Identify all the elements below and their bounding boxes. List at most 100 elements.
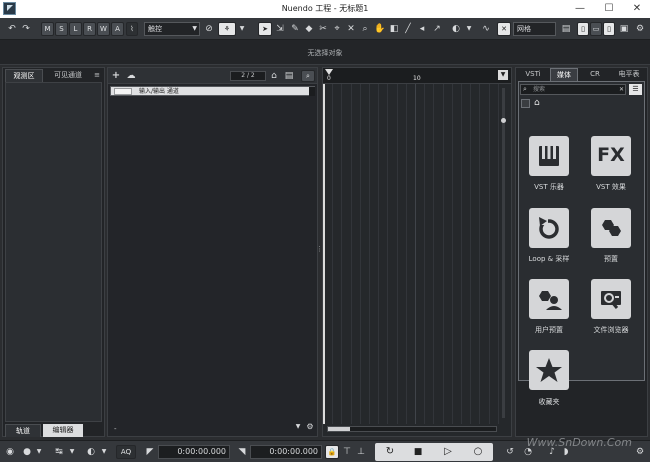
tab-media[interactable]: 媒体 bbox=[550, 68, 578, 81]
file-browser-tile[interactable] bbox=[591, 279, 631, 319]
grid-type-select[interactable]: 网格 bbox=[513, 22, 556, 36]
track-list: + ☁ 2 / 2 ⌂ ▤ ⌕ 输入/输出 通道 - ▼ ⚙ bbox=[107, 67, 318, 437]
tab-inspector[interactable]: 观测区 bbox=[5, 69, 43, 82]
erase-icon[interactable]: ◆ bbox=[303, 22, 315, 36]
read-button[interactable]: R bbox=[83, 22, 96, 36]
cloud-icon[interactable]: ☁ bbox=[125, 69, 137, 83]
gear-icon[interactable]: ⚙ bbox=[634, 22, 646, 36]
control-room-icon[interactable]: ▣ bbox=[618, 22, 630, 36]
object-select-icon[interactable]: ➤ bbox=[258, 22, 272, 36]
range-select-icon[interactable]: ⇲ bbox=[274, 22, 286, 36]
suspend-icon[interactable]: ⊘ bbox=[203, 22, 215, 36]
tab-vsti[interactable]: VSTi bbox=[519, 68, 547, 81]
list-icon[interactable]: ▤ bbox=[283, 69, 295, 83]
horizontal-scrollbar[interactable] bbox=[327, 426, 497, 432]
left-locator-time[interactable]: 0:00:00.000 bbox=[158, 445, 230, 459]
right-locator-time[interactable]: 0:00:00.000 bbox=[250, 445, 322, 459]
clear-search-icon[interactable]: ✕ bbox=[619, 85, 624, 94]
zoom-slider-track[interactable] bbox=[501, 88, 506, 418]
write-button[interactable]: W bbox=[97, 22, 110, 36]
redo-icon[interactable]: ↷ bbox=[20, 22, 32, 36]
chevron-down-icon[interactable]: ▼ bbox=[98, 445, 110, 459]
vst-effects-tile[interactable]: FX bbox=[591, 136, 631, 176]
left-zone: 观测区 可见通道 ≡ 轨道 编辑器 bbox=[2, 67, 105, 437]
gear-icon[interactable]: ⚙ bbox=[304, 420, 316, 434]
line-icon[interactable]: ╱ bbox=[402, 22, 414, 36]
grid-snap-icon[interactable]: ✕ bbox=[497, 22, 511, 36]
home-icon[interactable]: ⌂ bbox=[268, 69, 280, 83]
record-icon[interactable]: ○ bbox=[469, 443, 487, 461]
punch-icon[interactable]: ↹ bbox=[53, 445, 65, 459]
split-icon[interactable]: ✂ bbox=[317, 22, 329, 36]
select-checkbox[interactable] bbox=[521, 99, 530, 108]
draw-icon[interactable]: ✎ bbox=[289, 22, 301, 36]
automation-mode-select[interactable]: 触控 ▼ bbox=[144, 22, 200, 36]
close-button[interactable]: ✕ bbox=[624, 1, 650, 17]
tab-editor[interactable]: 编辑器 bbox=[43, 424, 83, 437]
a-button[interactable]: A bbox=[111, 22, 124, 36]
sync-icon[interactable]: ↺ bbox=[504, 445, 516, 459]
search-input[interactable]: ⌕ 搜索 ✕ bbox=[520, 84, 626, 95]
activity-icon[interactable]: ◉ bbox=[4, 445, 16, 459]
listen-button[interactable]: L bbox=[69, 22, 82, 36]
lower-zone-icon[interactable]: ▭ bbox=[590, 22, 602, 36]
tab-meter[interactable]: 电平表 bbox=[612, 68, 646, 81]
punch-out-icon[interactable]: ⊥ bbox=[355, 445, 367, 459]
cycle-icon[interactable]: ↻ bbox=[381, 443, 399, 461]
track-row[interactable]: 输入/输出 通道 bbox=[110, 86, 315, 96]
gear-icon[interactable]: ⚙ bbox=[634, 445, 646, 459]
menu-icon[interactable]: ≡ bbox=[91, 69, 103, 82]
comp-icon[interactable]: ↗ bbox=[431, 22, 443, 36]
presets-tile[interactable] bbox=[591, 208, 631, 248]
constrain-icon[interactable]: ⚘ bbox=[218, 22, 236, 36]
play-tool-icon[interactable]: ◂ bbox=[416, 22, 428, 36]
aq-button[interactable]: AQ bbox=[116, 445, 136, 459]
stop-icon[interactable]: ■ bbox=[409, 443, 427, 461]
undo-icon[interactable]: ↶ bbox=[6, 22, 18, 36]
user-presets-tile[interactable] bbox=[529, 279, 569, 319]
left-zone-icon[interactable]: ▯ bbox=[577, 22, 589, 36]
grid-line bbox=[359, 84, 361, 424]
snap-icon[interactable]: ∿ bbox=[480, 22, 492, 36]
automation-icon[interactable]: ⌇ bbox=[126, 22, 138, 36]
zoom-icon[interactable]: ⌕ bbox=[359, 22, 371, 36]
vst-instruments-tile[interactable] bbox=[529, 136, 569, 176]
add-track-icon[interactable]: + bbox=[110, 69, 122, 83]
chevron-down-icon[interactable]: ▼ bbox=[463, 22, 475, 36]
chevron-down-icon[interactable]: ▼ bbox=[236, 22, 248, 36]
chevron-down-icon[interactable]: ▼ bbox=[33, 445, 45, 459]
home-icon[interactable]: ⌂ bbox=[534, 98, 540, 108]
splitter-handle[interactable]: ⋮ bbox=[316, 245, 323, 255]
chevron-down-icon[interactable]: ▼ bbox=[292, 420, 304, 434]
scrollbar-thumb[interactable] bbox=[328, 427, 350, 431]
tab-tracks[interactable]: 轨道 bbox=[5, 424, 41, 437]
loops-samples-tile[interactable] bbox=[529, 208, 569, 248]
color-icon[interactable]: ◐ bbox=[450, 22, 462, 36]
play-icon[interactable]: ▷ bbox=[439, 443, 457, 461]
mute-tool-icon[interactable]: ✕ bbox=[345, 22, 357, 36]
right-zone-icon[interactable]: ▯ bbox=[603, 22, 615, 36]
hand-icon[interactable]: ✋ bbox=[374, 22, 386, 36]
chevron-down-icon[interactable]: ▼ bbox=[498, 70, 508, 80]
list-view-icon[interactable]: ☰ bbox=[629, 84, 642, 95]
tab-visibility[interactable]: 可见通道 bbox=[45, 69, 91, 82]
ruler[interactable]: 0 10 bbox=[323, 68, 511, 84]
metronome-icon[interactable]: ◐ bbox=[85, 445, 97, 459]
keyboard-icon[interactable]: ▤ bbox=[560, 22, 572, 36]
scrub-icon[interactable]: ◧ bbox=[388, 22, 400, 36]
chevron-down-icon[interactable]: ▼ bbox=[66, 445, 78, 459]
record-mode-icon[interactable]: ● bbox=[21, 445, 33, 459]
glue-icon[interactable]: ⌖ bbox=[331, 22, 343, 36]
search-icon[interactable]: ⌕ bbox=[301, 70, 315, 82]
right-locator-icon[interactable]: ◥ bbox=[236, 445, 248, 459]
left-locator-icon[interactable]: ◤ bbox=[144, 445, 156, 459]
marker-icon[interactable]: ⊤ bbox=[341, 445, 353, 459]
tab-cr[interactable]: CR bbox=[581, 68, 609, 81]
maximize-button[interactable]: ☐ bbox=[596, 1, 622, 17]
favorites-tile[interactable] bbox=[529, 350, 569, 390]
solo-button[interactable]: S bbox=[55, 22, 68, 36]
zoom-slider-thumb[interactable] bbox=[501, 118, 506, 123]
lock-icon[interactable]: 🔒 bbox=[325, 445, 339, 459]
minimize-button[interactable]: — bbox=[567, 1, 593, 17]
mute-button[interactable]: M bbox=[41, 22, 54, 36]
